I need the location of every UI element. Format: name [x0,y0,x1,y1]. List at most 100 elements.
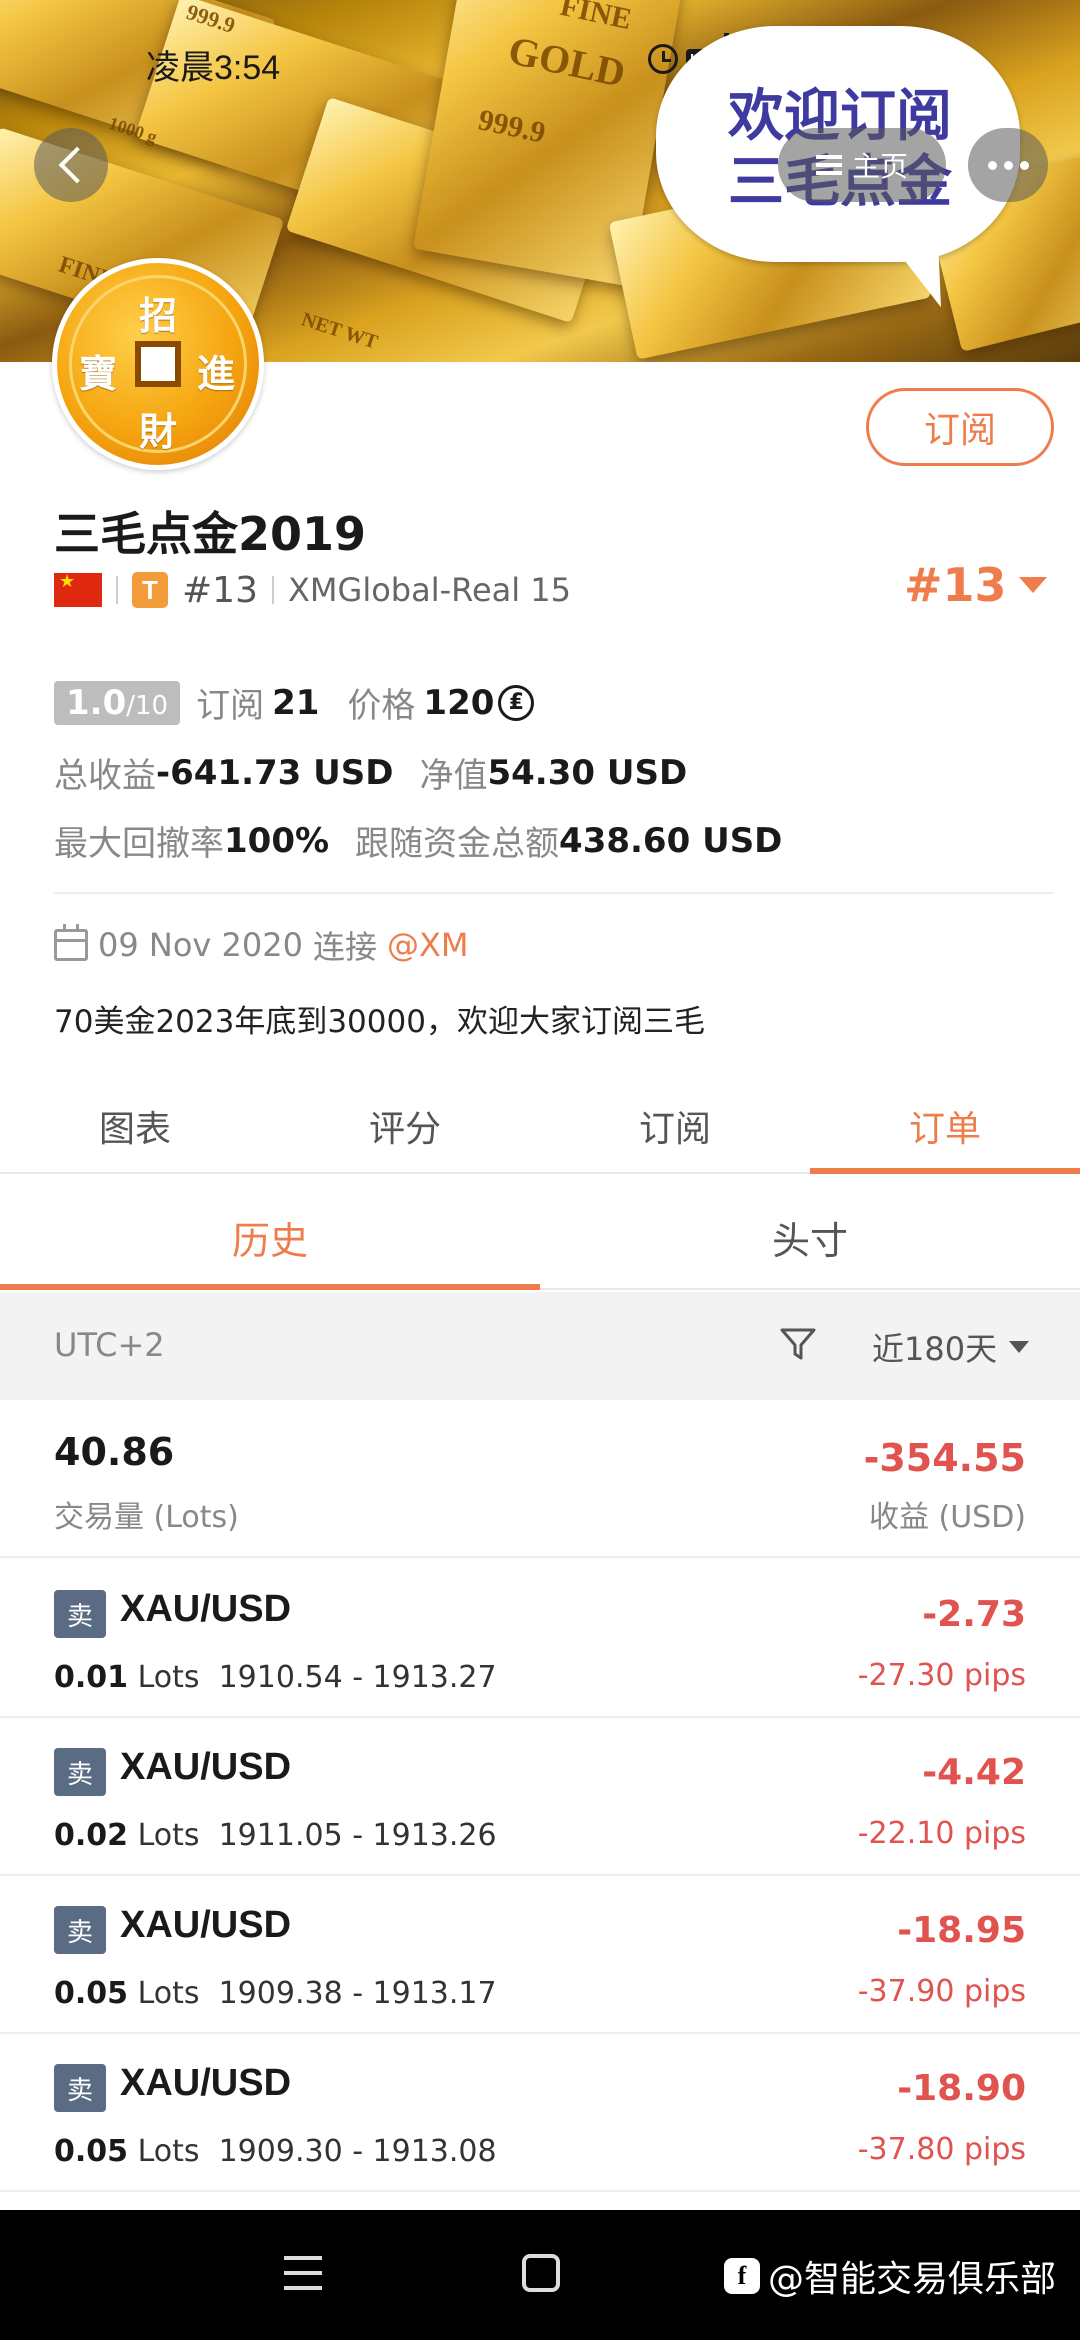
order-price-range: 1911.05 - 1913.26 [218,1818,497,1853]
order-profit: -18.90 [897,2068,1026,2109]
price-value: 120 [423,682,495,723]
sell-badge: 卖 [54,1906,106,1954]
order-row[interactable]: 卖 XAU/USD 0.05 Lots 1909.30 - 1913.08 -1… [0,2034,1080,2192]
dot-icon [1003,160,1013,170]
sell-badge: 卖 [54,1748,106,1796]
sell-badge: 卖 [54,1590,106,1638]
filter-icon[interactable] [778,1324,818,1364]
back-button[interactable] [34,128,108,202]
order-profit: -2.73 [922,1594,1026,1635]
broker-link[interactable]: @XM [387,926,469,964]
tab-rating[interactable]: 评分 [270,1080,540,1172]
subscribers-value: 21 [272,682,320,723]
order-pips: -37.80 pips [857,2132,1026,2167]
summary-lots-label: 交易量 (Lots) [54,1500,239,1535]
tab-orders[interactable]: 订单 [810,1080,1080,1174]
max-drawdown-value: 100% [224,820,330,861]
tab-subscribe[interactable]: 订阅 [540,1080,810,1172]
sell-badge: 卖 [54,2064,106,2112]
order-row[interactable]: 卖 XAU/USD 0.02 Lots 1911.05 - 1913.26 -4… [0,1718,1080,1876]
calendar-icon [54,924,88,961]
order-row[interactable]: 卖 XAU/USD 0.01 Lots 1910.54 - 1913.27 -2… [0,1560,1080,1718]
divider [116,576,118,604]
summary-lots: 40.86 [54,1430,175,1474]
order-subtabs: 历史 头寸 [0,1186,1080,1290]
order-detail: 0.01 Lots 1910.54 - 1913.27 [54,1660,497,1695]
order-price-range: 1910.54 - 1913.27 [218,1660,497,1695]
order-symbol: XAU/USD [120,1746,292,1788]
order-profit: -18.95 [897,1910,1026,1951]
watermark: f @智能交易俱乐部 [724,2250,1056,2302]
page-title: 三毛点金2019 [54,507,367,561]
order-lots: 0.05 [54,2134,129,2169]
order-pips: -37.90 pips [857,1974,1026,2009]
dot-icon [1019,160,1029,170]
rating-value: 1.0 [66,682,127,723]
order-pips: -27.30 pips [857,1658,1026,1693]
order-lots-unit: Lots [137,1660,200,1695]
order-detail: 0.02 Lots 1911.05 - 1913.26 [54,1818,497,1853]
status-time: 凌晨3:54 [146,49,281,87]
divider [271,576,274,604]
order-lots: 0.05 [54,1976,129,2011]
price-label: 价格 [347,686,416,726]
home-nav-button[interactable] [522,2254,560,2292]
avatar-char: 財 [139,412,178,454]
coin-icon: ₤ [498,684,535,721]
rank-label: #13 [182,569,258,611]
connected-date: 09 Nov 2020 [98,926,303,964]
order-pips: -22.10 pips [857,1816,1026,1851]
timezone-label: UTC+2 [54,1326,165,1364]
divider [54,892,1054,894]
order-lots: 0.01 [54,1660,129,1695]
main-tabs: 图表 评分 订阅 订单 [0,1080,1080,1174]
system-nav-bar: f @智能交易俱乐部 [0,2210,1080,2340]
equity-label: 净值 [419,756,488,796]
total-profit-label: 总收益 [54,756,156,796]
coin-hole [135,341,181,387]
menu-icon [815,155,842,175]
stats-row-2: 总收益 -641.73 USD 净值 54.30 USD [54,748,687,797]
order-row[interactable]: 卖 XAU/USD 0.05 Lots 1909.38 - 1913.17 -1… [0,1876,1080,2034]
gold-bar-text: NET WT [298,308,381,354]
avatar-char: 寶 [79,354,118,396]
profile-description: 70美金2023年底到30000，欢迎大家订阅三毛 [54,1004,705,1040]
period-dropdown[interactable]: 近180天 [872,1324,1030,1370]
orders-summary: 40.86 交易量 (Lots) -354.55 收益 (USD) [0,1402,1080,1558]
avatar[interactable]: 招 進 財 寶 [52,258,264,470]
stats-row-3: 最大回撤率 100% 跟随资金总额 438.60 USD [54,816,782,865]
order-detail: 0.05 Lots 1909.30 - 1913.08 [54,2134,497,2169]
subscribers-label: 订阅 [196,686,265,726]
order-price-range: 1909.30 - 1913.08 [218,2134,497,2169]
rank-dropdown[interactable]: #13 [904,558,1047,612]
order-lots-unit: Lots [137,2134,200,2169]
order-profit: -4.42 [922,1752,1026,1793]
order-symbol: XAU/USD [120,2062,292,2104]
more-options-button[interactable] [968,128,1048,202]
stats-row-1: 1.0/10 订阅 21 价格 120 ₤ [54,678,535,727]
tier-badge: T [132,572,168,608]
order-detail: 0.05 Lots 1909.38 - 1913.17 [54,1976,497,2011]
order-symbol: XAU/USD [120,1588,292,1630]
total-profit-value: -641.73 USD [156,752,394,793]
dot-icon [987,160,997,170]
subtab-positions[interactable]: 头寸 [540,1186,1080,1288]
order-symbol: XAU/USD [120,1904,292,1946]
caret-down-icon [1009,1341,1030,1353]
watermark-icon: f [724,2258,760,2294]
max-drawdown-label: 最大回撤率 [54,824,224,864]
order-lots-unit: Lots [137,1976,200,2011]
caret-down-icon [1018,577,1047,593]
filter-bar: UTC+2 近180天 [0,1292,1080,1400]
equity-value: 54.30 USD [487,752,688,793]
follow-funds-value: 438.60 USD [559,820,783,861]
subscribe-button[interactable]: 订阅 [866,388,1054,466]
home-button[interactable]: 主页 [778,128,946,202]
avatar-char: 招 [139,296,178,338]
rating-max: /10 [126,690,169,721]
connected-label: 连接 [312,928,377,966]
tab-chart[interactable]: 图表 [0,1080,270,1172]
subtab-history[interactable]: 历史 [0,1186,540,1290]
recent-apps-button[interactable] [284,2256,322,2290]
alarm-icon [648,44,678,74]
